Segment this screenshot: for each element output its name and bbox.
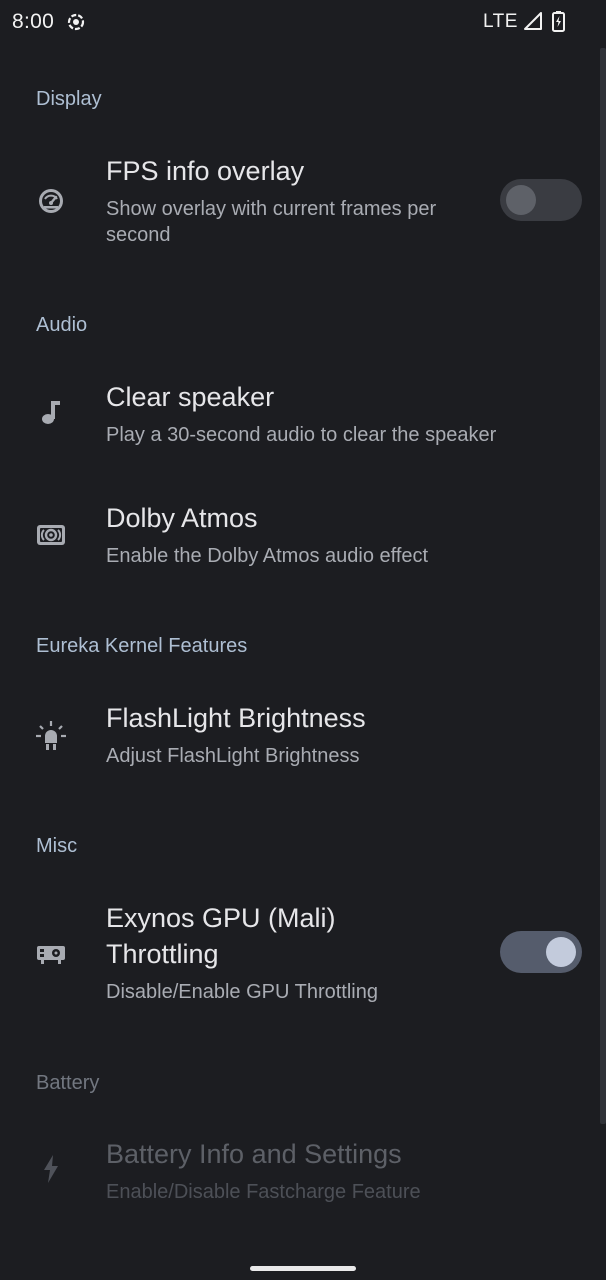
section-header-kernel: Eureka Kernel Features	[36, 635, 248, 657]
pref-gpu-throttling[interactable]: Exynos GPU (Mali) Throttling Disable/Ena…	[0, 886, 600, 1026]
flashlight-icon	[36, 721, 66, 750]
data-saver-icon	[67, 13, 85, 31]
pref-title: Clear speaker	[106, 382, 275, 412]
status-time: 8:00	[12, 10, 55, 33]
gpu-icon	[37, 946, 65, 964]
pref-battery-info: Battery Info and Settings Enable/Disable…	[0, 1122, 600, 1232]
pref-summary: Enable/Disable Fastcharge Feature	[106, 1181, 421, 1203]
network-type: LTE	[483, 11, 518, 32]
gpu-throttling-toggle[interactable]	[500, 931, 582, 973]
pref-flashlight-brightness[interactable]: FlashLight Brightness Adjust FlashLight …	[0, 686, 600, 796]
home-indicator[interactable]	[250, 1266, 356, 1271]
pref-summary-line2: second	[106, 224, 171, 246]
settings-screen: 8:00 LTE Display FPS info overlay Show o…	[0, 0, 606, 1280]
status-bar: 8:00 LTE	[0, 0, 606, 46]
toggle-knob	[506, 185, 536, 215]
pref-title: FPS info overlay	[106, 156, 305, 186]
music-note-icon	[42, 401, 60, 424]
pref-dolby-atmos[interactable]: Dolby Atmos Enable the Dolby Atmos audio…	[0, 486, 600, 596]
battery-charging-icon	[552, 11, 565, 32]
pref-title-line2: Throttling	[106, 939, 219, 969]
scrollbar[interactable]	[600, 48, 606, 1124]
signal-icon	[524, 12, 542, 30]
surround-sound-icon	[37, 525, 65, 545]
pref-title: Dolby Atmos	[106, 503, 258, 533]
section-header-display: Display	[36, 88, 102, 110]
pref-title: Battery Info and Settings	[106, 1139, 402, 1169]
pref-summary: Enable the Dolby Atmos audio effect	[106, 545, 429, 567]
section-header-battery: Battery	[36, 1072, 100, 1094]
fps-overlay-toggle[interactable]	[500, 179, 582, 221]
pref-title-line1: Exynos GPU (Mali)	[106, 903, 336, 933]
pref-summary: Play a 30-second audio to clear the spea…	[106, 424, 497, 446]
pref-summary: Disable/Enable GPU Throttling	[106, 981, 378, 1003]
pref-clear-speaker[interactable]: Clear speaker Play a 30-second audio to …	[0, 365, 600, 475]
bolt-icon	[44, 1155, 58, 1183]
gauge-icon	[39, 189, 63, 213]
pref-title: FlashLight Brightness	[106, 703, 366, 733]
pref-summary: Adjust FlashLight Brightness	[106, 745, 360, 767]
section-header-audio: Audio	[36, 314, 88, 336]
toggle-knob	[546, 937, 576, 967]
pref-fps-info-overlay[interactable]: FPS info overlay Show overlay with curre…	[0, 140, 600, 270]
section-header-misc: Misc	[36, 835, 78, 857]
pref-summary-line1: Show overlay with current frames per	[106, 198, 437, 220]
